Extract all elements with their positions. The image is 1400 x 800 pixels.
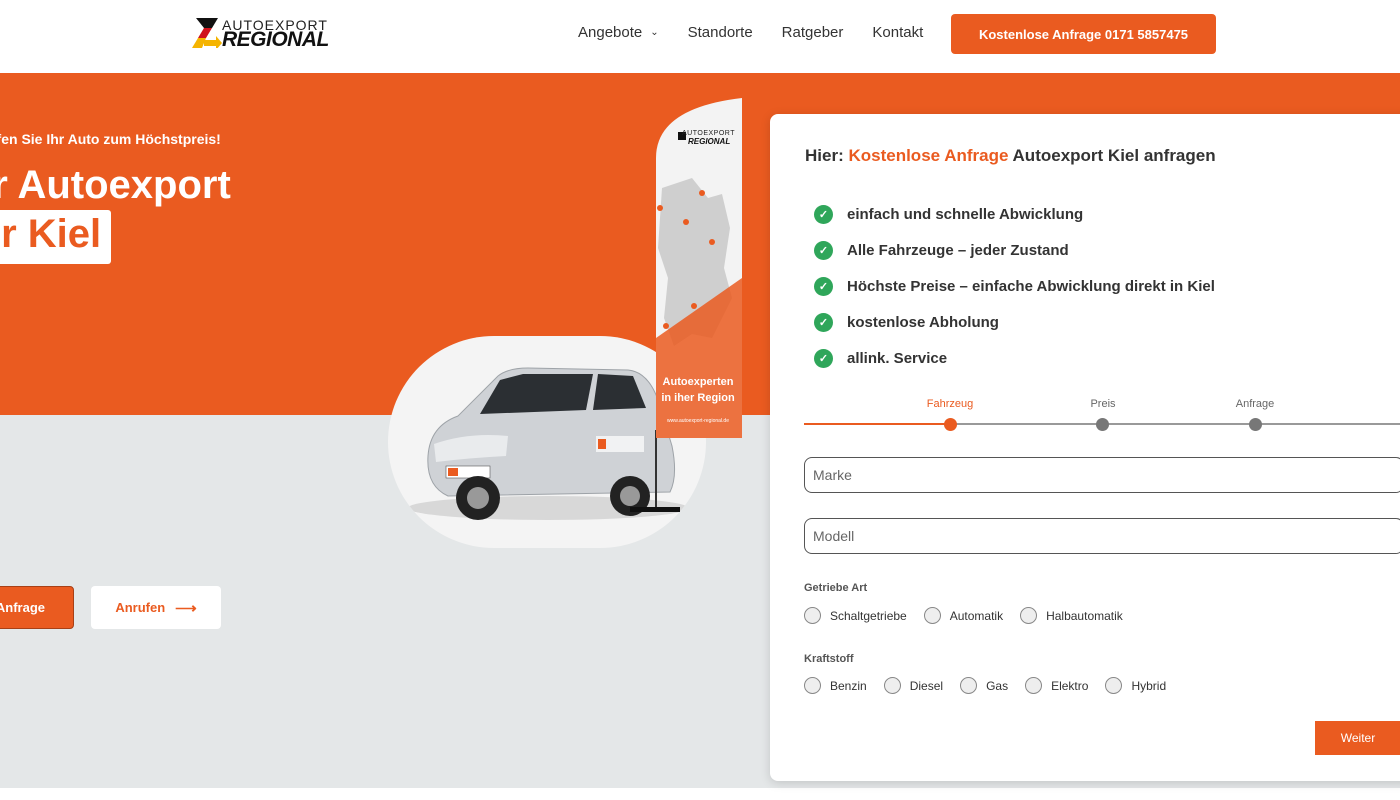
flag-url: www.autoexport-regional.de xyxy=(667,418,729,424)
list-item: ✓ allink. Service xyxy=(814,340,1215,376)
nav-item-label: Angebote xyxy=(578,24,643,41)
form-title: Hier: Kostenlose Anfrage Autoexport Kiel… xyxy=(805,146,1216,166)
step-dot-preis[interactable] xyxy=(1096,418,1109,431)
nav-item-ratgeber[interactable]: Ratgeber xyxy=(782,24,844,41)
radio-circle xyxy=(1025,677,1043,694)
flag-text-1: Autoexperten xyxy=(662,376,734,388)
step-dot-anfrage[interactable] xyxy=(1249,418,1262,431)
hero-bottom-strip xyxy=(0,788,1400,800)
radio-diesel[interactable]: Diesel xyxy=(883,677,944,694)
arrow-right-icon: ⟶ xyxy=(175,599,197,617)
anfrage-button-label: Anfrage xyxy=(0,600,45,615)
kraftstoff-radio-group: Benzin Diesel Gas Elektro Hybrid xyxy=(804,677,1183,694)
flag-brand-bottom: REGIONAL xyxy=(688,137,731,146)
list-item: ✓ Höchste Preise – einfache Abwicklung di… xyxy=(814,268,1215,304)
step-label-anfrage: Anfrage xyxy=(1235,398,1275,410)
main-nav: Angebote ⌄ Standorte Ratgeber Kontakt xyxy=(578,24,952,41)
form-title-highlight: Kostenlose Anfrage xyxy=(848,146,1009,165)
flag-brand-top: AUTOEXPORT xyxy=(682,130,735,137)
weiter-button[interactable]: Weiter xyxy=(1315,721,1400,755)
nav-item-label: Standorte xyxy=(687,24,753,41)
check-icon: ✓ xyxy=(814,312,833,332)
benefit-text: Höchste Preise – einfache Abwicklung dir… xyxy=(847,277,1215,295)
form-title-suffix: Autoexport Kiel anfragen xyxy=(1008,146,1216,165)
radio-label: Automatik xyxy=(949,608,1004,623)
radio-circle xyxy=(1020,607,1038,624)
logo-text-bottom: REGIONAL xyxy=(222,28,329,51)
nav-item-standorte[interactable]: Standorte xyxy=(688,24,753,41)
radio-circle xyxy=(804,607,821,624)
step-track-progress xyxy=(804,423,950,425)
radio-label: Diesel xyxy=(909,678,944,693)
radio-label: Hybrid xyxy=(1131,678,1167,693)
marke-input[interactable] xyxy=(804,457,1400,493)
radio-halbautomatik[interactable]: Halbautomatik xyxy=(1020,607,1123,624)
request-form-card: Hier: Kostenlose Anfrage Autoexport Kiel… xyxy=(770,114,1400,781)
kraftstoff-label: Kraftstoff xyxy=(804,653,854,665)
check-icon: ✓ xyxy=(814,348,833,368)
check-icon: ✓ xyxy=(814,240,833,260)
radio-label: Elektro xyxy=(1051,678,1089,693)
check-icon: ✓ xyxy=(814,204,833,224)
list-item: ✓ kostenlose Abholung xyxy=(814,304,1215,340)
form-progress-steps: Fahrzeug Preis Anfrage xyxy=(804,398,1400,438)
radio-circle xyxy=(1105,677,1123,694)
step-label-fahrzeug: Fahrzeug xyxy=(926,398,974,410)
radio-schaltgetriebe[interactable]: Schaltgetriebe xyxy=(804,607,907,624)
flag-pole xyxy=(655,430,657,510)
radio-benzin[interactable]: Benzin xyxy=(804,677,867,694)
header-cta-button[interactable]: Kostenlose Anfrage 0171 5857475 xyxy=(951,14,1216,54)
list-item: ✓ Alle Fahrzeuge – jeder Zustand xyxy=(814,232,1215,268)
benefit-text: allink. Service xyxy=(847,349,948,367)
step-label-preis: Preis xyxy=(1090,398,1116,410)
nav-item-kontakt[interactable]: Kontakt xyxy=(872,24,923,41)
flag-base xyxy=(630,507,680,512)
modell-input[interactable] xyxy=(804,518,1400,554)
hero-title-line1: er Autoexport xyxy=(0,163,231,207)
radio-automatik[interactable]: Automatik xyxy=(923,607,1004,624)
radio-label: Halbautomatik xyxy=(1046,608,1123,623)
anrufen-button[interactable]: Anrufen ⟶ xyxy=(91,586,221,629)
hero-title-line2: ır Kiel xyxy=(0,212,102,256)
radio-elektro[interactable]: Elektro xyxy=(1025,677,1088,694)
benefit-text: Alle Fahrzeuge – jeder Zustand xyxy=(847,241,1069,259)
anrufen-button-label: Anrufen xyxy=(115,600,166,615)
getriebe-label: Getriebe Art xyxy=(804,582,868,594)
anfrage-button[interactable]: Anfrage xyxy=(0,586,74,629)
logo-mark-icon xyxy=(192,18,222,48)
advertising-flag: AUTOEXPORT REGIONAL Autoexperten in iher… xyxy=(652,98,744,438)
getriebe-radio-group: Schaltgetriebe Automatik Halbautomatik xyxy=(804,607,1140,624)
site-header: AUTOEXPORT REGIONAL Angebote ⌄ Standorte… xyxy=(0,0,1400,72)
form-title-prefix: Hier: xyxy=(805,146,849,165)
logo[interactable]: AUTOEXPORT REGIONAL xyxy=(192,16,332,52)
radio-circle xyxy=(960,677,978,694)
hero-subtitle: ufen Sie Ihr Auto zum Höchstpreis! xyxy=(0,131,221,147)
radio-gas[interactable]: Gas xyxy=(960,677,1008,694)
nav-item-label: Kontakt xyxy=(872,24,924,41)
chevron-down-icon: ⌄ xyxy=(650,27,659,38)
benefit-text: kostenlose Abholung xyxy=(847,313,999,331)
radio-hybrid[interactable]: Hybrid xyxy=(1105,677,1166,694)
check-icon: ✓ xyxy=(814,276,833,296)
radio-label: Benzin xyxy=(830,678,867,693)
nav-item-angebote[interactable]: Angebote ⌄ xyxy=(578,24,659,41)
benefit-text: einfach und schnelle Abwicklung xyxy=(847,205,1084,223)
radio-circle xyxy=(883,677,901,694)
step-dot-fahrzeug[interactable] xyxy=(944,418,957,431)
nav-item-label: Ratgeber xyxy=(781,24,844,41)
radio-label: Schaltgetriebe xyxy=(830,608,907,623)
radio-label: Gas xyxy=(986,678,1009,693)
flag-text-2: in iher Region xyxy=(661,392,735,404)
radio-circle xyxy=(923,607,941,624)
list-item: ✓ einfach und schnelle Abwicklung xyxy=(814,196,1215,232)
benefit-list: ✓ einfach und schnelle Abwicklung ✓ Alle F… xyxy=(814,196,1215,376)
radio-circle xyxy=(804,677,821,694)
